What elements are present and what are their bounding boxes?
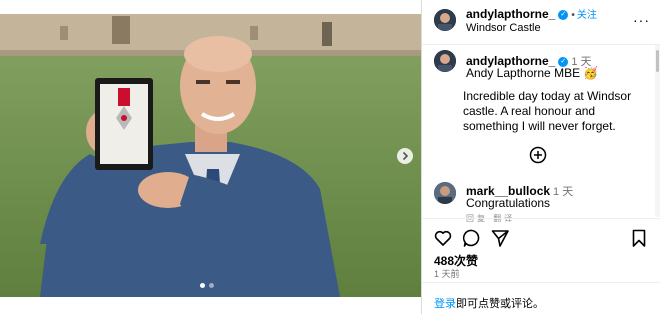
heart-icon[interactable]: [433, 228, 453, 248]
share-icon[interactable]: [490, 228, 510, 248]
post-header: andylapthorne_ ✓ • 关注 Windsor Castle ···: [422, 0, 660, 45]
follow-button[interactable]: 关注: [577, 10, 597, 21]
carousel-next-button[interactable]: [397, 148, 413, 164]
carousel-dot: [200, 283, 205, 288]
carousel-indicator: [200, 283, 214, 288]
caption-title: Andy Lapthorne MBE 🥳: [466, 66, 599, 80]
bookmark-icon[interactable]: [629, 228, 649, 248]
author-username[interactable]: andylapthorne_: [466, 7, 555, 21]
avatar[interactable]: [434, 9, 456, 31]
comment-avatar[interactable]: [434, 182, 456, 204]
login-prompt: 登录即可点赞或评论。: [434, 295, 544, 311]
post-photo: [0, 14, 421, 297]
comment-text: Congratulations: [466, 196, 551, 210]
post-location[interactable]: Windsor Castle: [466, 22, 541, 34]
more-icon[interactable]: ···: [633, 12, 650, 28]
separator: •: [571, 10, 575, 21]
caption-avatar[interactable]: [434, 50, 456, 72]
add-circle-icon[interactable]: [529, 146, 547, 164]
post-time: 1 天前: [434, 269, 460, 279]
login-text: 即可点赞或评论。: [456, 298, 544, 310]
login-link[interactable]: 登录: [434, 298, 456, 310]
verified-icon: ✓: [558, 9, 569, 20]
comment-time: 1 天: [553, 186, 574, 198]
post-side-panel: andylapthorne_ ✓ • 关注 Windsor Castle ··· an…: [421, 0, 660, 314]
scrollbar-thumb[interactable]: [656, 50, 659, 72]
chevron-right-icon: [402, 151, 409, 161]
carousel-dot: [209, 283, 214, 288]
comment-icon[interactable]: [462, 228, 482, 248]
caption-body: Incredible day today at Windsor castle. …: [463, 89, 632, 133]
post-author: andylapthorne_ ✓ • 关注: [466, 6, 597, 21]
divider: [422, 218, 660, 219]
divider: [422, 282, 660, 283]
